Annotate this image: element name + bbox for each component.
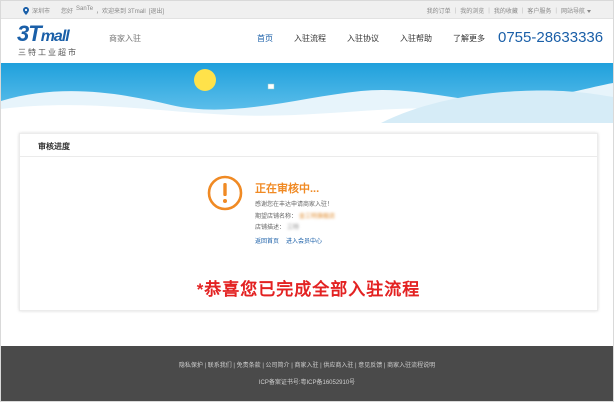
shop-desc-label: 店铺描述： (255, 225, 286, 231)
logo[interactable]: 3Tmall 三特工业超市 (17, 21, 97, 61)
logo-brand: 3Tmall (17, 21, 70, 47)
status-message: 感谢您在丰达申请商家入驻！ (255, 202, 334, 208)
welcome-text: ，欢迎来到 3Tmall (96, 9, 146, 15)
greeting: 您好 SanTe ，欢迎来到 3Tmall [退出] (61, 6, 164, 15)
divider (20, 156, 597, 157)
card-title: 审核进度 (38, 142, 70, 151)
logo-suffix: mall (40, 28, 70, 45)
footer-links[interactable]: 隐私保护 | 联系我们 | 免责条款 | 公司简介 | 商家入驻 | 供应商入驻… (1, 360, 613, 369)
logo-text: 3T (17, 21, 42, 46)
broken-image-icon (267, 83, 275, 90)
status-heading: 正在审核中... (255, 183, 320, 195)
shop-desc-row: 店铺描述： 三特 (255, 222, 299, 231)
logo-subtitle: 三特工业超市 (18, 48, 78, 57)
footer: 隐私保护 | 联系我们 | 免责条款 | 公司简介 | 商家入驻 | 供应商入驻… (1, 346, 613, 401)
member-center-link[interactable]: 进入会员中心 (286, 236, 322, 245)
icp-record: ICP备案证书号:粤ICP备16052910号 (258, 380, 356, 386)
site-nav-label: 网站导航 (560, 9, 585, 15)
username[interactable]: SanTe (76, 6, 93, 15)
shop-name-row: 期望店铺名称： 金三特旗舰店 (255, 211, 335, 220)
shop-name-value: 金三特旗舰店 (299, 214, 336, 220)
nav-more[interactable]: 了解更多 (453, 33, 485, 44)
location-selector[interactable]: 深圳市 (23, 6, 50, 15)
shop-name-label: 期望店铺名称： (255, 214, 298, 220)
shop-desc-value: 三特 (287, 225, 300, 231)
greeting-text: 您好 (61, 9, 74, 15)
phone-number: 0755-28633336 (498, 29, 604, 46)
top-bar: 深圳市 您好 SanTe ，欢迎来到 3Tmall [退出] 我的订单 | 我的… (1, 1, 613, 19)
divider: | (488, 7, 490, 14)
congrats-message: *恭喜您已完成全部入驻流程 (196, 280, 421, 299)
banner-art (1, 63, 613, 123)
site-nav-link[interactable]: 网站导航 (561, 6, 591, 15)
back-home-link[interactable]: 返回首页 (255, 236, 279, 245)
location-pin-icon (23, 6, 29, 15)
logout-link[interactable]: [退出] (149, 6, 164, 15)
status-links: 返回首页 进入会员中心 (255, 236, 322, 245)
sun-icon (194, 69, 216, 91)
divider: | (555, 7, 557, 14)
header: 3Tmall 三特工业超市 商家入驻 首页 入驻流程 入驻协议 入驻帮助 了解更… (1, 19, 613, 63)
top-links: 我的订单 | 我的浏览 | 我的收藏 | 客户服务 | 网站导航 (427, 6, 591, 15)
divider: | (521, 7, 524, 14)
my-history-link[interactable]: 我的浏览 (460, 6, 484, 15)
main-nav: 首页 入驻流程 入驻协议 入驻帮助 了解更多 (257, 33, 506, 44)
page-subtitle: 商家入驻 (109, 34, 141, 43)
customer-service-link[interactable]: 客户服务 (527, 6, 551, 15)
my-orders-link[interactable]: 我的订单 (427, 6, 451, 15)
nav-agreement[interactable]: 入驻协议 (347, 33, 379, 44)
chevron-down-icon (587, 10, 591, 13)
nav-home[interactable]: 首页 (257, 33, 273, 44)
review-progress-card: 审核进度 正在审核中... 感谢您在丰达申请商家入驻！ 期望店铺名称： 金三特旗… (19, 133, 598, 311)
divider: | (454, 7, 457, 14)
location-text: 深圳市 (32, 9, 51, 15)
my-favorites-link[interactable]: 我的收藏 (494, 6, 518, 15)
exclamation-circle-icon (207, 175, 243, 211)
banner (1, 63, 613, 123)
nav-process[interactable]: 入驻流程 (294, 33, 326, 44)
nav-help[interactable]: 入驻帮助 (400, 33, 432, 44)
